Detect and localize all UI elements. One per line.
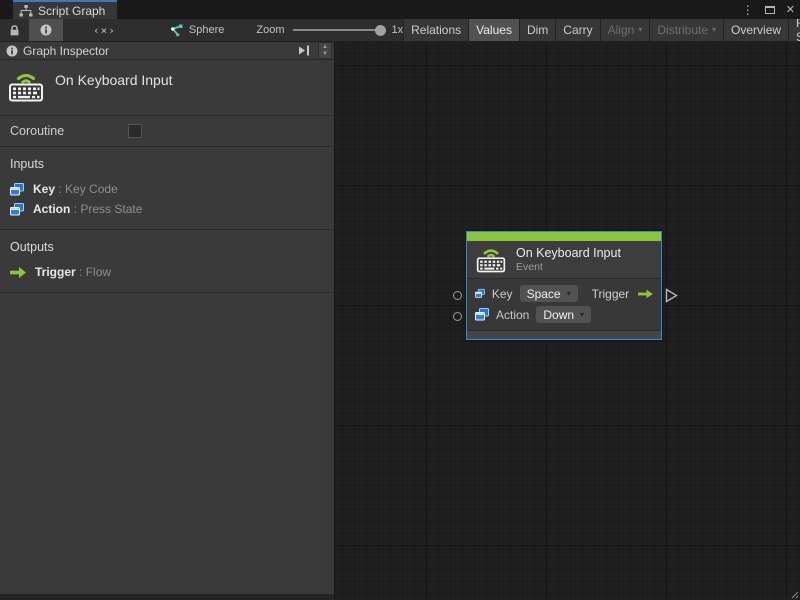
lock-icon [10, 24, 19, 35]
chevron-down-icon: ▾ [712, 25, 717, 34]
toolbar-button-overview[interactable]: Overview [723, 19, 789, 41]
action-dropdown[interactable]: Down ▾ [536, 306, 592, 323]
trigger-output-port[interactable] [665, 288, 678, 303]
info-icon [6, 45, 18, 56]
zoom-control: Zoom 1x [256, 19, 403, 41]
graph-owner-label: Sphere [188, 24, 225, 36]
value-input-icon [475, 288, 485, 298]
info-icon [40, 24, 52, 36]
inspector-scroll-spinner[interactable]: ▲ ▼ [318, 42, 332, 59]
outputs-section: Outputs Trigger : Flow [0, 230, 334, 293]
node-body: Key Space ▾ Trigger Action Down ▾ [467, 279, 661, 330]
code-preview-button[interactable]: ‹×› [63, 19, 146, 41]
key-dropdown[interactable]: Space ▾ [519, 285, 578, 302]
zoom-value: 1x [391, 24, 404, 36]
inspected-unit-title: On Keyboard Input [55, 72, 173, 88]
code-icon: ‹×› [93, 23, 116, 37]
spin-down-icon[interactable]: ▼ [322, 51, 328, 58]
collapse-inspector-button[interactable] [295, 44, 314, 57]
value-input-icon [475, 308, 489, 321]
toolbar-button-relations[interactable]: Relations [403, 19, 469, 41]
node-subtitle: Event [516, 260, 543, 273]
toolbar-toggles: Relations Values Dim Carry Align ▾ Distr… [403, 16, 800, 44]
node-event-accent-bar [467, 232, 661, 241]
input-port-row: Key : Key Code [0, 179, 334, 199]
graph-toolbar: ‹×› Sphere Zoom 1x Relations Values Dim … [0, 16, 800, 44]
node-row-key: Key Space ▾ Trigger [475, 283, 653, 304]
chevron-down-icon: ▾ [638, 25, 643, 34]
output-port-row: Trigger : Flow [0, 262, 334, 282]
inputs-heading: Inputs [10, 157, 45, 171]
inspector-toggle-button[interactable] [29, 19, 63, 41]
graph-inspector-panel: Graph Inspector ▲ ▼ On Keyboard Input Co… [0, 42, 335, 600]
coroutine-setting-row: Coroutine [0, 116, 334, 147]
flow-arrow-icon [10, 266, 26, 278]
collapse-right-icon [299, 45, 309, 56]
chevron-down-icon: ▾ [580, 309, 585, 319]
key-input-port[interactable] [453, 291, 462, 300]
inspector-header: Graph Inspector ▲ ▼ [0, 42, 334, 60]
window-menu-button[interactable]: ⋮ [742, 3, 754, 17]
toolbar-button-fullscreen[interactable]: Full Screen [788, 16, 800, 44]
inputs-section: Inputs Key : Key Code Action: Press Sta… [0, 147, 334, 230]
graph-canvas[interactable]: On Keyboard Input Event Key Space ▾ Trig… [335, 42, 800, 600]
node-on-keyboard-input[interactable]: On Keyboard Input Event Key Space ▾ Trig… [453, 231, 678, 340]
keyboard-event-icon [9, 73, 43, 102]
graph-owner-breadcrumb[interactable]: Sphere [168, 19, 224, 41]
titlebar: Script Graph ⋮ ✕ [0, 0, 800, 19]
graph-hierarchy-icon [19, 4, 33, 16]
coroutine-label: Coroutine [10, 124, 65, 138]
zoom-label: Zoom [256, 24, 285, 36]
window-resize-grip[interactable] [790, 590, 799, 599]
inspected-unit-header: On Keyboard Input [0, 60, 334, 116]
window-controls: ⋮ ✕ [742, 0, 795, 19]
keyboard-event-icon [476, 249, 506, 273]
outputs-heading: Outputs [10, 240, 54, 254]
script-graph-asset-icon [170, 24, 183, 36]
toolbar-button-align[interactable]: Align ▾ [599, 19, 650, 41]
value-input-icon [10, 202, 24, 215]
coroutine-checkbox[interactable] [128, 124, 142, 138]
inspector-title: Graph Inspector [23, 43, 110, 58]
window-maximize-button[interactable] [764, 5, 775, 14]
value-input-icon [10, 182, 24, 195]
node-header[interactable]: On Keyboard Input Event [467, 241, 661, 279]
action-input-port[interactable] [453, 312, 462, 321]
script-graph-window: Script Graph ⋮ ✕ ‹×› Sphere Zoom 1x Rela… [0, 0, 800, 600]
zoom-slider-handle[interactable] [375, 25, 387, 36]
tab-label: Script Graph [38, 3, 106, 18]
flow-arrow-icon[interactable] [638, 288, 653, 300]
main-area: Graph Inspector ▲ ▼ On Keyboard Input Co… [0, 42, 800, 600]
chevron-down-icon: ▾ [566, 288, 571, 298]
node-title: On Keyboard Input [516, 245, 621, 260]
toolbar-button-carry[interactable]: Carry [555, 19, 600, 41]
lock-button[interactable] [0, 19, 29, 41]
node-row-action: Action Down ▾ [475, 304, 653, 325]
window-close-button[interactable]: ✕ [786, 3, 795, 16]
trigger-output-label: Trigger [591, 286, 630, 301]
input-port-row: Action : Press State [0, 199, 334, 219]
tab-script-graph[interactable]: Script Graph [13, 0, 118, 19]
spin-up-icon[interactable]: ▲ [322, 44, 328, 51]
node-footer [467, 330, 661, 339]
toolbar-button-dim[interactable]: Dim [518, 19, 556, 41]
zoom-slider[interactable] [293, 25, 387, 36]
toolbar-button-values[interactable]: Values [468, 19, 519, 41]
toolbar-button-distribute[interactable]: Distribute ▾ [649, 19, 724, 41]
